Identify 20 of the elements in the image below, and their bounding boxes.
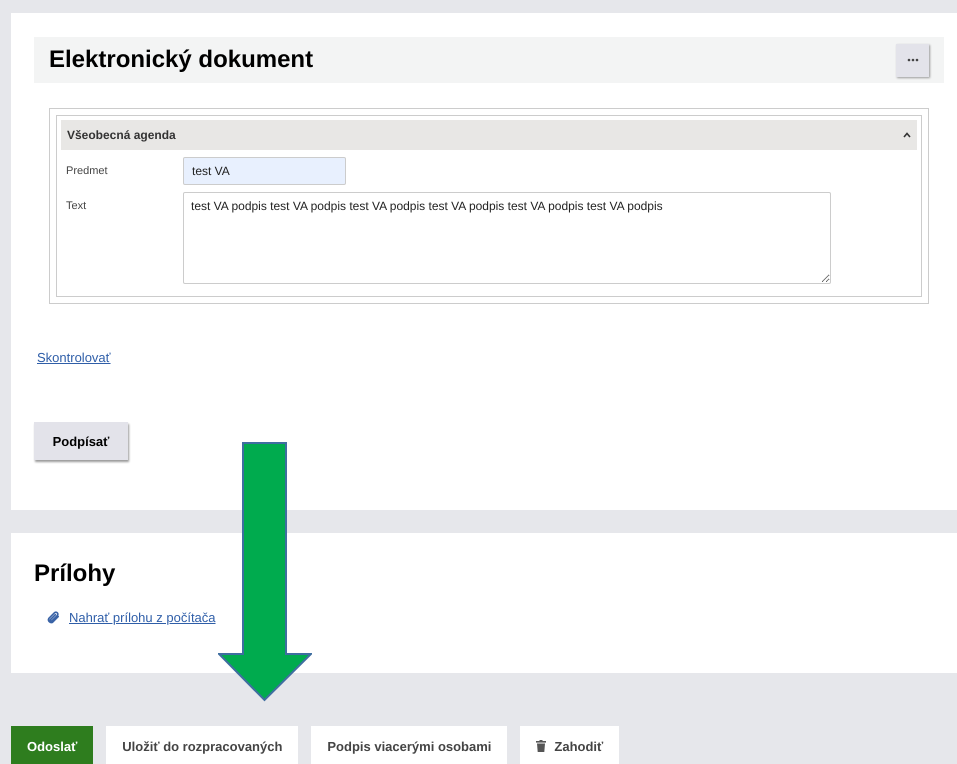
field-label: Text <box>65 199 88 212</box>
dots-icon <box>906 58 918 62</box>
subject-field[interactable]: test VA <box>183 157 346 185</box>
section-header[interactable]: Všeobecná agenda <box>61 120 917 150</box>
caret-icon <box>903 132 911 138</box>
send-button[interactable]: Odoslať <box>11 726 94 764</box>
sign-button[interactable]: Podpísať <box>34 422 128 460</box>
trash-icon <box>536 740 546 752</box>
action-button[interactable]: Uložiť do rozpracovaných <box>106 726 298 764</box>
field-label: Predmet <box>65 164 109 177</box>
paperclip-icon <box>46 610 61 625</box>
section-title: Všeobecná agenda <box>67 128 176 142</box>
more-button[interactable] <box>896 44 929 76</box>
action-button[interactable]: Podpis viacerými osobami <box>311 726 508 764</box>
discard-button[interactable]: Zahodiť <box>520 726 620 764</box>
upload-link[interactable]: Nahrať prílohu z počítača <box>69 610 216 625</box>
page-title: Elektronický dokument <box>49 46 314 74</box>
check-link[interactable]: Skontrolovať <box>37 350 111 365</box>
section-heading: Prílohy <box>34 560 116 588</box>
text-area[interactable]: test VA podpis test VA podpis test VA podpis test VA podpis test VA podpis test VA podpis <box>183 192 831 284</box>
